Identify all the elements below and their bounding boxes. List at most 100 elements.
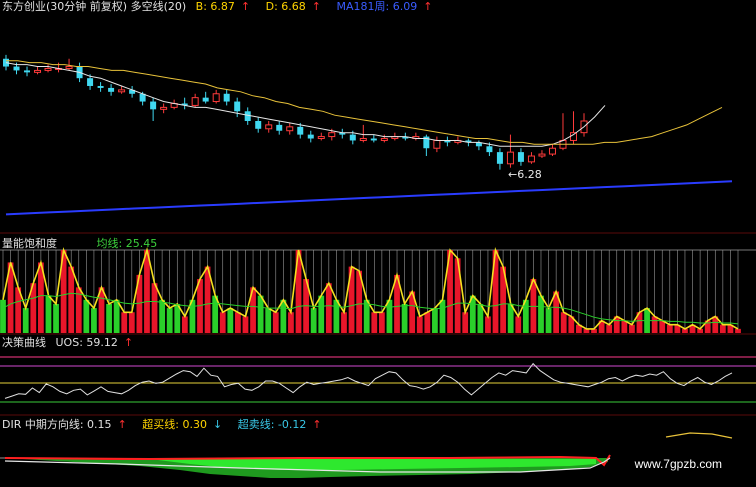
- saturation-bar: [416, 316, 423, 333]
- saturation-bar: [515, 316, 522, 333]
- candle-down: [150, 101, 157, 110]
- d-value: D: 6.68 ↑: [266, 0, 327, 13]
- saturation-bar: [45, 295, 52, 333]
- candle-up: [433, 139, 441, 149]
- uos-line: [4, 362, 733, 399]
- saturation-bar: [272, 312, 279, 333]
- up-arrow-icon: ↑: [312, 418, 322, 431]
- saturation-bar: [341, 312, 347, 333]
- uos-panel: [0, 356, 756, 416]
- ma-blue-line: [5, 180, 733, 216]
- saturation-header: 量能饱和度 均线: 25.45: [2, 237, 163, 250]
- candle-up: [286, 126, 294, 132]
- ma-label: MA181周: 6.09: [336, 0, 418, 13]
- saturation-bar: [333, 299, 340, 333]
- saturation-panel: [0, 246, 756, 335]
- saturation-bar: [257, 295, 264, 333]
- candle-down: [234, 101, 241, 112]
- saturation-bar: [378, 312, 385, 333]
- candle-down: [486, 146, 493, 153]
- candle-down: [202, 97, 209, 102]
- candle-up: [527, 155, 535, 163]
- saturation-bar: [432, 308, 438, 333]
- saturation-ma-label: 均线: 25.45: [96, 237, 158, 250]
- saturation-bar: [159, 299, 166, 333]
- candle-up: [506, 151, 514, 165]
- price-panel: [0, 54, 756, 234]
- candle-down: [108, 87, 115, 92]
- saturation-bar: [439, 299, 446, 333]
- uos-label: UOS: 59.12: [55, 336, 118, 349]
- candle-up: [317, 136, 325, 140]
- saturation-envelope: [2, 246, 739, 330]
- saturation-bar: [68, 266, 75, 333]
- saturation-bar: [651, 316, 658, 333]
- saturation-bar: [485, 316, 491, 333]
- dir-label: DIR 中期方向线: 0.15: [2, 418, 112, 431]
- b-value: B: 6.87 ↑: [196, 0, 256, 13]
- saturation-bar: [151, 283, 158, 333]
- candle-down: [307, 134, 314, 139]
- saturation-bar: [318, 295, 325, 333]
- oversold-value: 超卖线: -0.12 ↑: [238, 418, 328, 431]
- overbought-value: 超买线: 0.30 ↓: [142, 418, 228, 431]
- saturation-bar: [363, 299, 370, 333]
- saturation-bar: [538, 295, 544, 333]
- candle-up: [44, 67, 52, 71]
- candle-down: [255, 121, 262, 129]
- saturation-bar: [545, 308, 552, 333]
- ma-value: MA181周: 6.09 ↑: [337, 0, 439, 13]
- saturation-bar: [325, 283, 332, 333]
- candle-down: [223, 93, 230, 102]
- candle-up: [34, 69, 42, 73]
- dir-value: DIR 中期方向线: 0.15 ↑: [2, 418, 133, 431]
- saturation-bar: [280, 299, 287, 333]
- saturation-bar: [144, 250, 150, 333]
- candle-down: [24, 70, 31, 73]
- saturation-bar: [288, 312, 294, 333]
- saturation-bar: [401, 303, 408, 333]
- candle-up: [118, 89, 126, 93]
- saturation-title: 量能饱和度: [2, 237, 57, 250]
- saturation-bar: [666, 324, 673, 333]
- candle-up: [538, 153, 546, 157]
- saturation-bar: [121, 312, 128, 333]
- candle-down: [87, 78, 94, 86]
- saturation-bar: [106, 303, 112, 333]
- saturation-bar: [22, 308, 29, 333]
- saturation-bar: [462, 312, 469, 333]
- saturation-bar: [719, 324, 726, 333]
- candle-up: [569, 132, 577, 141]
- up-arrow-icon: ↑: [423, 0, 433, 13]
- candle-up: [265, 124, 273, 130]
- candle-down: [276, 124, 283, 131]
- up-arrow-icon: ↑: [123, 336, 134, 349]
- saturation-bar: [53, 303, 59, 333]
- candle-down: [517, 152, 524, 162]
- saturation-ma-line: [2, 292, 739, 325]
- saturation-bar: [227, 308, 234, 333]
- saturation-bar: [629, 324, 635, 333]
- up-arrow-icon: ↑: [311, 0, 322, 13]
- oversold-label: 超卖线: -0.12: [237, 418, 307, 431]
- candle-down: [370, 138, 377, 141]
- candle-up: [359, 138, 367, 141]
- saturation-bar: [0, 299, 6, 333]
- saturation-bar: [235, 312, 241, 333]
- watermark: www.7gpzb.com: [634, 457, 722, 471]
- saturation-bar: [560, 312, 567, 333]
- dir-panel: [0, 432, 733, 478]
- candle-down: [13, 66, 20, 71]
- d-label: D: 6.68: [265, 0, 306, 13]
- candle-up: [65, 66, 73, 69]
- price-header: 东方创业(30分钟 前复权) 多空线(20) B: 6.87 ↑ D: 6.68 ↑…: [2, 0, 444, 13]
- saturation-bar: [371, 312, 378, 333]
- candle-up: [160, 106, 168, 110]
- candle-down: [496, 152, 503, 164]
- saturation-bar: [219, 312, 226, 333]
- saturation-bar: [265, 308, 272, 333]
- uos-value: UOS: 59.12 ↑: [56, 336, 140, 349]
- candle-down: [97, 85, 104, 88]
- candle-down: [244, 111, 251, 121]
- uos-title: 决策曲线: [2, 336, 46, 349]
